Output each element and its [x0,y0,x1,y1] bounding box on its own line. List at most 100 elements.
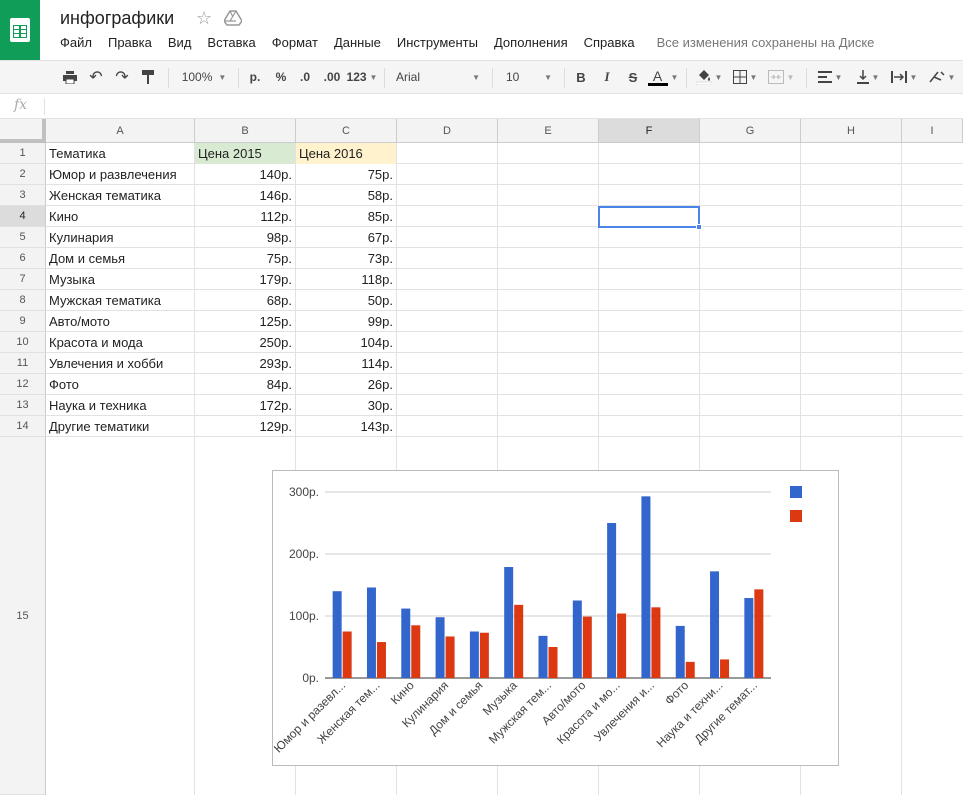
column-header-f[interactable]: F [599,119,700,143]
menu-edit[interactable]: Правка [100,35,160,53]
cell-a5[interactable]: Кулинария [46,227,194,248]
cell-b4[interactable]: 112р. [195,206,295,227]
column-header-c[interactable]: C [296,119,397,143]
cell-a8[interactable]: Мужская тематика [46,290,194,311]
percent-format-button[interactable]: % [270,61,292,93]
cell-b1[interactable]: Цена 2015 [195,143,295,164]
formula-input[interactable] [52,98,952,115]
column-header-h[interactable]: H [801,119,902,143]
active-cell-selection[interactable] [598,206,700,228]
cell-b2[interactable]: 140р. [195,164,295,185]
text-rotation-button[interactable]: ▼ [924,61,960,93]
paint-format-button[interactable] [136,61,160,93]
borders-button[interactable]: ▼ [728,61,762,93]
cell-a14[interactable]: Другие тематики [46,416,194,437]
bold-button[interactable]: B [570,61,592,93]
fill-color-button[interactable]: ▼ [692,61,726,93]
row-header-11[interactable]: 11 [0,353,46,374]
menu-format[interactable]: Формат [264,35,326,53]
fill-handle[interactable] [696,224,702,230]
decrease-decimal-button[interactable]: .0 [294,61,316,93]
sheets-logo[interactable] [0,0,40,60]
cell-a4[interactable]: Кино [46,206,194,227]
select-all-corner[interactable] [0,119,46,143]
menu-addons[interactable]: Дополнения [486,35,576,53]
cell-a10[interactable]: Красота и мода [46,332,194,353]
increase-decimal-button[interactable]: .00 [318,61,346,93]
cell-c12[interactable]: 26р. [296,374,396,395]
cell-c4[interactable]: 85р. [296,206,396,227]
cell-c2[interactable]: 75р. [296,164,396,185]
cell-b5[interactable]: 98р. [195,227,295,248]
cell-a7[interactable]: Музыка [46,269,194,290]
doc-title[interactable]: инфографики [60,8,174,29]
undo-button[interactable]: ↶ [84,61,108,93]
italic-button[interactable]: I [596,61,618,93]
menu-insert[interactable]: Вставка [199,35,263,53]
menu-help[interactable]: Справка [576,35,643,53]
cell-b7[interactable]: 179р. [195,269,295,290]
zoom-select[interactable]: 100% ▼ [176,61,232,93]
row-header-3[interactable]: 3 [0,185,46,206]
vertical-align-button[interactable]: ▼ [850,61,886,93]
column-header-i[interactable]: I [902,119,963,143]
font-family-select[interactable]: Arial ▼ [390,61,486,93]
cell-b13[interactable]: 172р. [195,395,295,416]
cell-a12[interactable]: Фото [46,374,194,395]
row-header-10[interactable]: 10 [0,332,46,353]
column-header-e[interactable]: E [498,119,599,143]
row-header-15[interactable]: 15 [0,437,46,795]
cell-c1[interactable]: Цена 2016 [296,143,396,164]
cell-b14[interactable]: 129р. [195,416,295,437]
row-header-2[interactable]: 2 [0,164,46,185]
cell-c6[interactable]: 73р. [296,248,396,269]
row-header-12[interactable]: 12 [0,374,46,395]
row-header-4[interactable]: 4 [0,206,46,227]
cell-b6[interactable]: 75р. [195,248,295,269]
column-header-b[interactable]: B [195,119,296,143]
font-size-select[interactable]: 10 ▼ [500,61,558,93]
cell-a1[interactable]: Тематика [46,143,194,164]
cell-a11[interactable]: Увлечения и хобби [46,353,194,374]
menu-file[interactable]: Файл [52,35,100,53]
row-header-13[interactable]: 13 [0,395,46,416]
cell-c3[interactable]: 58р. [296,185,396,206]
text-color-button[interactable]: A ▼ [646,61,680,93]
cell-a2[interactable]: Юмор и развлечения [46,164,194,185]
cell-c9[interactable]: 99р. [296,311,396,332]
cell-c8[interactable]: 50р. [296,290,396,311]
chart[interactable]: 0р. 100р. 200р. 300р. Юмор и разевл... Женска… [272,470,839,766]
horizontal-align-button[interactable]: ▼ [812,61,848,93]
cell-a3[interactable]: Женская тематика [46,185,194,206]
column-header-g[interactable]: G [700,119,801,143]
row-header-8[interactable]: 8 [0,290,46,311]
menu-data[interactable]: Данные [326,35,389,53]
merge-cells-button[interactable]: ▼ [764,61,798,93]
row-header-14[interactable]: 14 [0,416,46,437]
drive-move-icon[interactable] [223,10,243,31]
row-header-7[interactable]: 7 [0,269,46,290]
save-status[interactable]: Все изменения сохранены на Диске [643,35,875,53]
cell-b11[interactable]: 293р. [195,353,295,374]
cell-c13[interactable]: 30р. [296,395,396,416]
cell-b9[interactable]: 125р. [195,311,295,332]
row-header-9[interactable]: 9 [0,311,46,332]
cell-a6[interactable]: Дом и семья [46,248,194,269]
cell-b12[interactable]: 84р. [195,374,295,395]
cell-c14[interactable]: 143р. [296,416,396,437]
cell-b10[interactable]: 250р. [195,332,295,353]
menu-tools[interactable]: Инструменты [389,35,486,53]
currency-format-button[interactable]: р. [244,61,266,93]
cell-b8[interactable]: 68р. [195,290,295,311]
menu-view[interactable]: Вид [160,35,200,53]
star-icon[interactable]: ☆ [196,8,212,29]
cell-a13[interactable]: Наука и техника [46,395,194,416]
cell-c11[interactable]: 114р. [296,353,396,374]
row-header-1[interactable]: 1 [0,143,46,164]
cell-c5[interactable]: 67р. [296,227,396,248]
cell-c10[interactable]: 104р. [296,332,396,353]
cell-b3[interactable]: 146р. [195,185,295,206]
redo-button[interactable]: ↷ [110,61,134,93]
print-button[interactable] [58,61,82,93]
column-header-d[interactable]: D [397,119,498,143]
